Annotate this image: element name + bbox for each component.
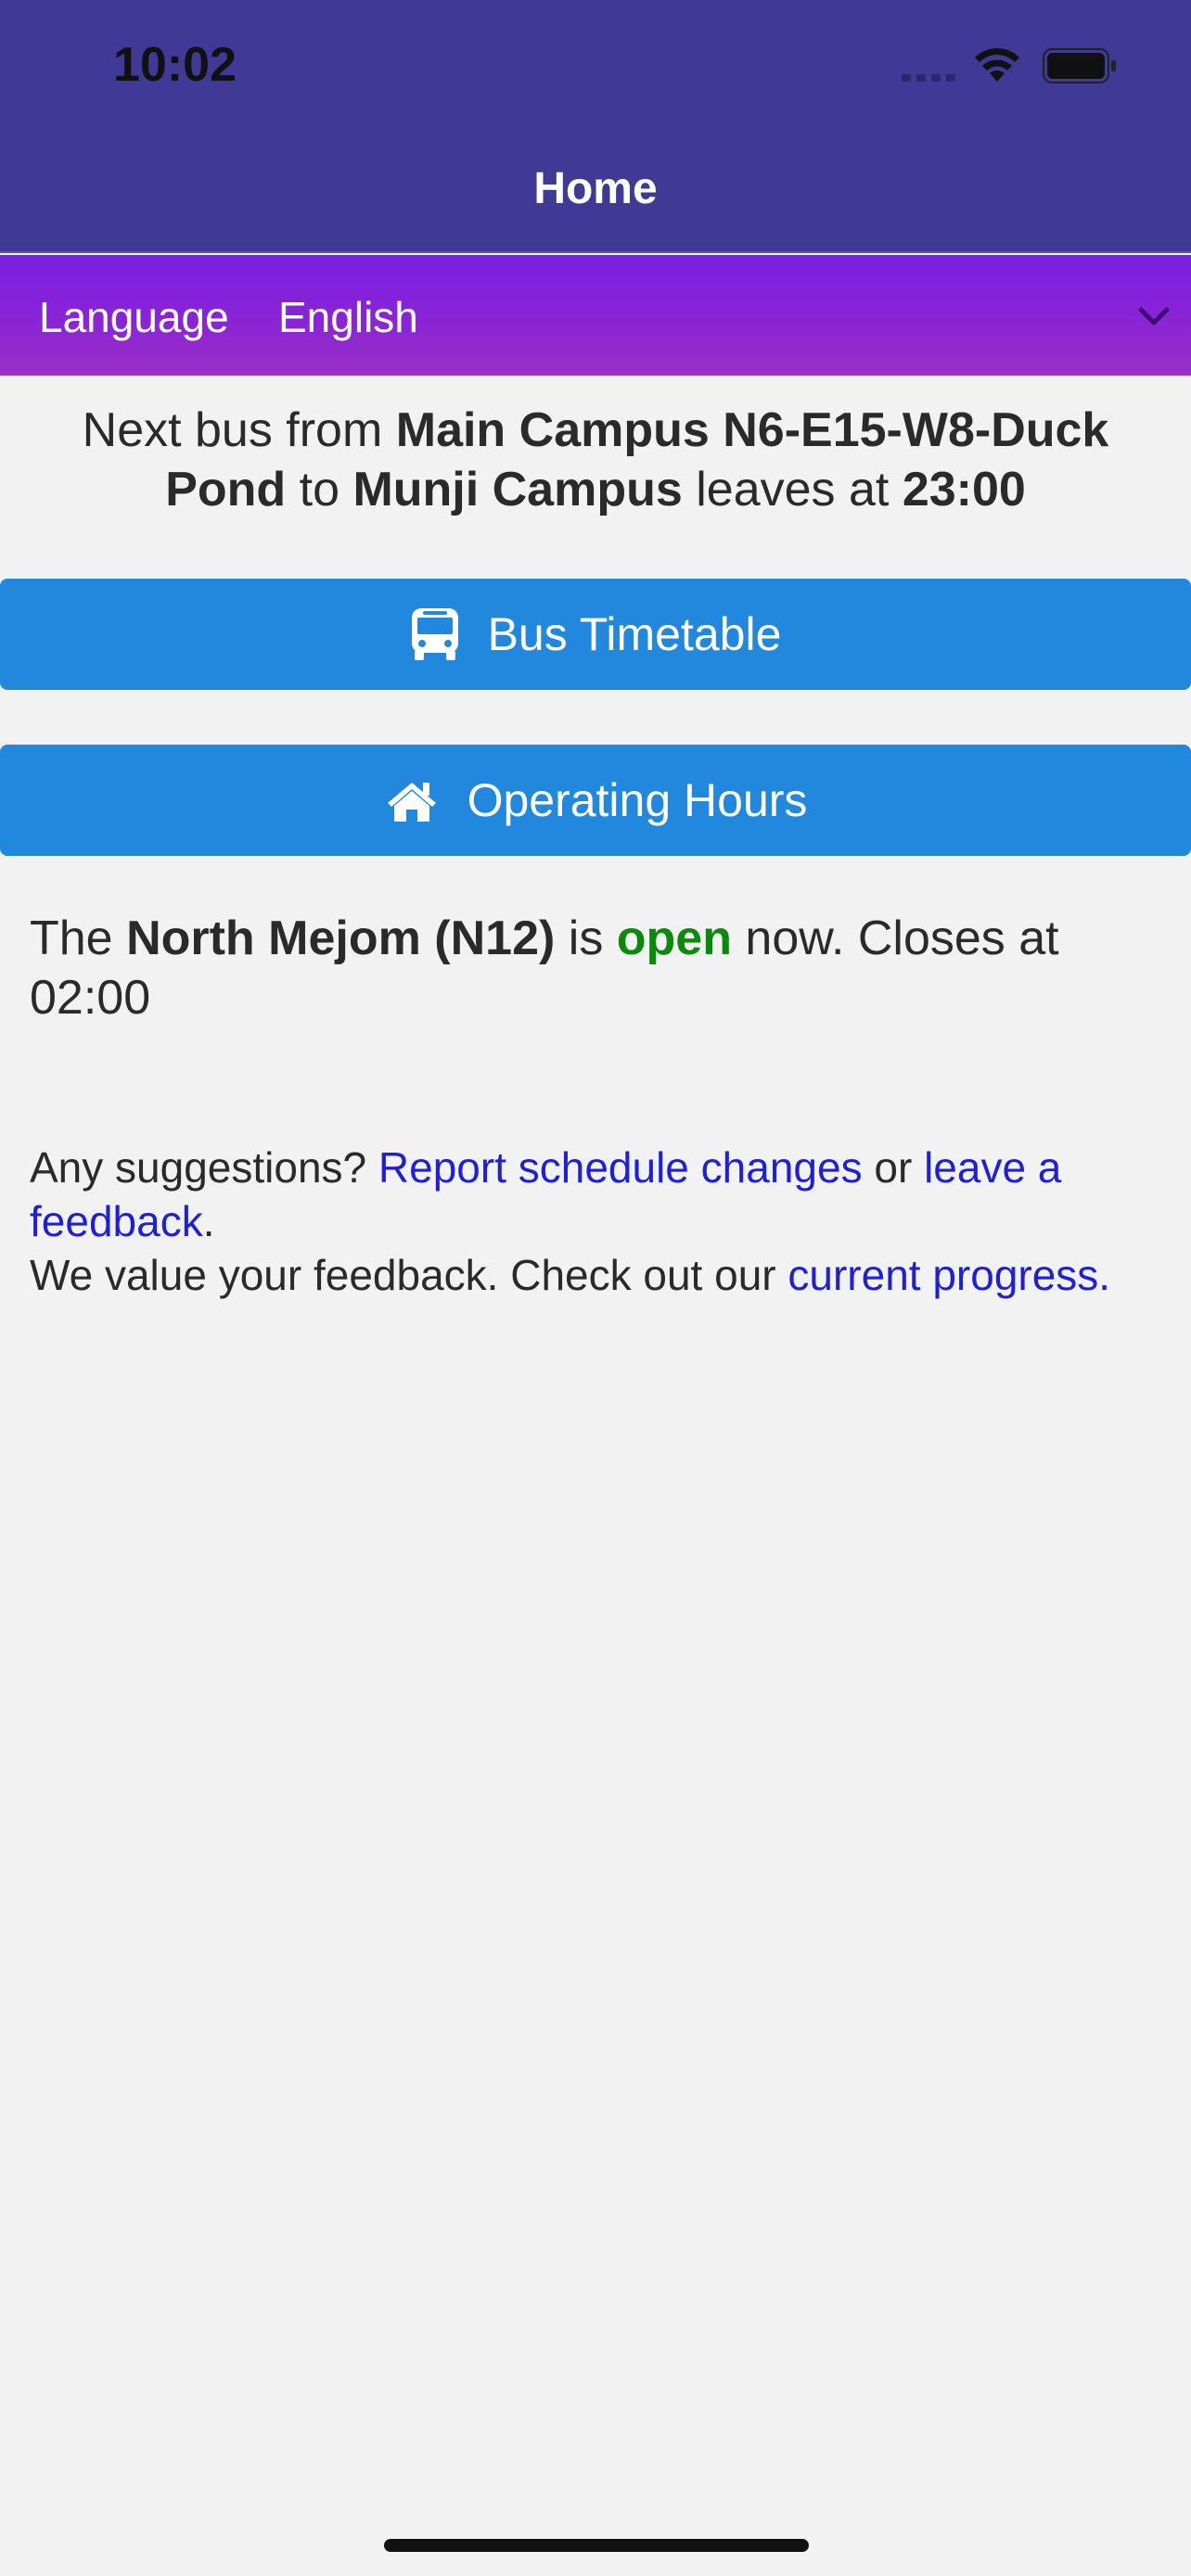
language-selector[interactable]: Language English bbox=[0, 255, 1191, 376]
wifi-icon bbox=[975, 48, 1019, 82]
bus-timetable-button[interactable]: Bus Timetable bbox=[0, 579, 1191, 690]
chevron-down-icon[interactable] bbox=[1135, 298, 1172, 335]
app-header: 10:02 Home bbox=[0, 0, 1191, 253]
bus-timetable-label: Bus Timetable bbox=[487, 608, 782, 660]
report-schedule-changes-link[interactable]: Report schedule changes bbox=[378, 1143, 863, 1192]
feedback-question: Any suggestions? bbox=[30, 1143, 378, 1192]
operating-hours-button[interactable]: Operating Hours bbox=[0, 745, 1191, 856]
language-label: Language bbox=[39, 293, 229, 341]
feedback-section: Any suggestions? Report schedule changes… bbox=[30, 1141, 1161, 1302]
current-progress-link[interactable]: current progress. bbox=[788, 1251, 1110, 1299]
language-value[interactable]: English bbox=[278, 292, 418, 342]
facility-status-prefix: The bbox=[30, 912, 127, 965]
feedback-or: or bbox=[862, 1143, 925, 1192]
facility-status: The North Mejom (N12) is open now. Close… bbox=[30, 909, 1161, 1027]
facility-name: North Mejom (N12) bbox=[126, 912, 556, 965]
next-bus-to: to bbox=[286, 463, 353, 516]
feedback-value-text: We value your feedback. Check out our bbox=[30, 1251, 788, 1299]
next-bus-info: Next bus from Main Campus N6-E15-W8-Duck… bbox=[28, 401, 1163, 519]
page-title: Home bbox=[533, 164, 658, 213]
next-bus-leaves-at: leaves at bbox=[682, 463, 903, 516]
next-bus-destination: Munji Campus bbox=[352, 463, 683, 516]
next-bus-time: 23:00 bbox=[902, 463, 1026, 516]
battery-icon bbox=[1043, 48, 1116, 83]
status-bar-time: 10:02 bbox=[113, 38, 237, 92]
home-indicator[interactable] bbox=[384, 2539, 809, 2552]
home-icon bbox=[387, 783, 436, 822]
cellular-signal-icon bbox=[902, 74, 957, 82]
facility-open-status: open bbox=[616, 912, 732, 965]
bus-icon bbox=[411, 608, 458, 660]
facility-status-is: is bbox=[555, 912, 617, 965]
feedback-period: . bbox=[202, 1197, 215, 1245]
operating-hours-label: Operating Hours bbox=[467, 774, 808, 826]
next-bus-prefix: Next bus from bbox=[82, 403, 396, 457]
